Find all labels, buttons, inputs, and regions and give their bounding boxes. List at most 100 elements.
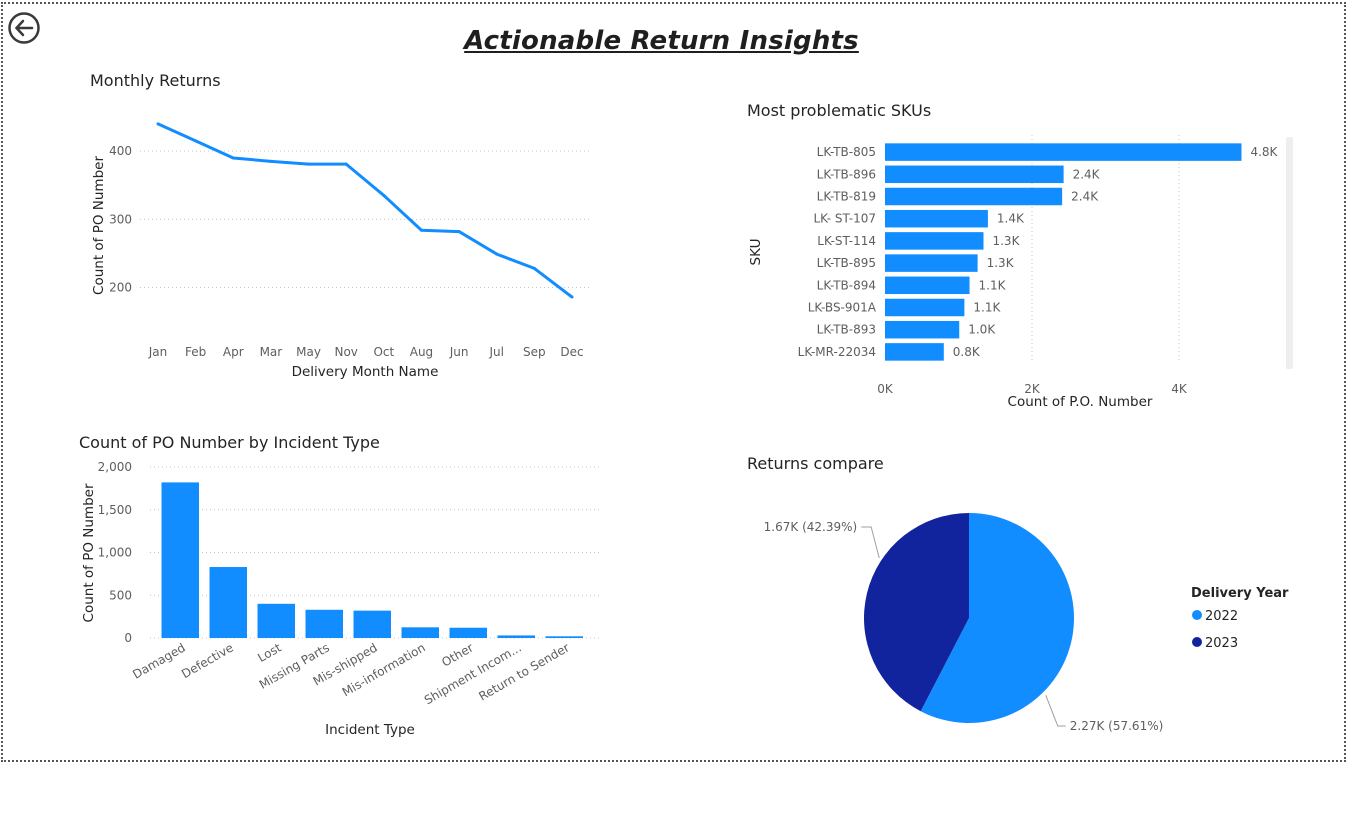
x-axis-title: Delivery Month Name	[292, 364, 439, 380]
y-tick-label: 1,000	[98, 546, 132, 560]
data-label: 1.3K	[987, 256, 1015, 270]
bar	[545, 636, 583, 638]
y-tick-label: LK-TB-896	[817, 167, 876, 181]
bar	[885, 343, 944, 361]
page-title: Actionable Return Insights	[464, 26, 859, 56]
data-point	[532, 266, 536, 270]
data-point	[344, 162, 348, 166]
returns-compare-title: Returns compare	[747, 454, 884, 473]
legend-title: Delivery Year	[1191, 586, 1289, 601]
x-tick-label: Aug	[410, 345, 433, 359]
y-axis-title: Count of PO Number	[81, 483, 97, 622]
data-point	[194, 139, 198, 143]
legend-marker	[1192, 637, 1202, 647]
sku-bar-chart[interactable]: 0K 2K 4KLK-TB-805 4.8KLK-TB-896 2.4KLK-TB-81…	[740, 125, 1310, 415]
data-label: 1.1K	[979, 278, 1007, 292]
data-point	[419, 228, 423, 232]
bar	[885, 232, 984, 250]
x-axis-title: Count of P.O. Number	[1008, 394, 1153, 410]
bar	[161, 482, 199, 638]
x-tick-label: May	[296, 345, 321, 359]
bar	[353, 610, 391, 638]
x-tick-label: Other	[439, 640, 476, 669]
x-tick-label: Feb	[185, 345, 206, 359]
x-tick-label: Lost	[255, 640, 284, 665]
data-point	[307, 162, 311, 166]
bar	[885, 143, 1242, 161]
leader-line	[1045, 695, 1066, 727]
data-label: 1.1K	[973, 301, 1001, 315]
y-axis-title: Count of PO Number	[91, 156, 107, 295]
y-tick-label: LK-TB-819	[817, 190, 876, 204]
y-tick-label: LK-ST-114	[817, 234, 876, 248]
data-label: 2.4K	[1071, 190, 1099, 204]
y-tick-label: LK-MR-22034	[798, 345, 876, 359]
data-point	[231, 156, 235, 160]
x-tick-label: Mis-information	[340, 640, 428, 699]
bar	[497, 635, 535, 638]
incident-type-bar-chart[interactable]: 0 500 1,000 1,500 2,000 DamagedDefective Lost M…	[70, 455, 610, 745]
y-tick-label: 400	[109, 144, 132, 158]
series-line	[157, 122, 573, 299]
data-point	[382, 193, 386, 197]
data-point	[156, 122, 160, 126]
x-tick-label: Dec	[560, 345, 583, 359]
y-tick-label: LK-TB-895	[817, 256, 876, 270]
bar	[257, 603, 295, 638]
y-tick-label: 2,000	[98, 460, 132, 474]
sku-chart-title: Most problematic SKUs	[747, 101, 932, 120]
y-tick-label: LK-BS-901A	[808, 301, 877, 315]
data-point	[495, 252, 499, 256]
y-tick-label: 0	[124, 631, 132, 645]
incident-chart-title: Count of PO Number by Incident Type	[79, 433, 380, 452]
data-label: 4.8K	[1250, 145, 1278, 159]
x-tick-label: Defective	[179, 640, 236, 681]
bar	[885, 276, 970, 295]
y-tick-label: LK-TB-893	[817, 323, 876, 337]
x-tick-label: 0K	[877, 382, 894, 396]
y-tick-label: 1,500	[98, 503, 132, 517]
monthly-returns-chart[interactable]: 200 300 400 Jan Feb Apr Mar May Nov Oct Aug Jun Jul S…	[70, 95, 610, 395]
x-tick-label: Mar	[260, 345, 283, 359]
data-label: 1.0K	[968, 323, 996, 337]
x-axis-title: Incident Type	[325, 722, 415, 738]
bar	[209, 567, 247, 638]
data-label: 1.4K	[997, 212, 1025, 226]
y-tick-label: LK-TB-805	[817, 145, 876, 159]
bar	[885, 320, 960, 339]
x-tick-label: Jan	[148, 345, 168, 359]
x-tick-label: Oct	[373, 345, 394, 359]
y-tick-label: 200	[109, 281, 132, 295]
data-label: 0.8K	[953, 345, 981, 359]
data-label: 2.4K	[1073, 167, 1101, 181]
bar	[885, 165, 1064, 184]
y-tick-label: 500	[109, 588, 132, 602]
data-point	[570, 295, 574, 299]
returns-compare-pie-chart[interactable]: 2.27K (57.61%) 1.67K (42.39%) Delivery Yea…	[760, 478, 1320, 748]
data-point	[457, 230, 461, 234]
y-tick-label: LK-TB-894	[817, 278, 876, 292]
x-tick-label: Jun	[449, 345, 469, 359]
bar	[885, 209, 988, 228]
x-tick-label: Jul	[488, 345, 503, 359]
data-label: 1.67K (42.39%)	[764, 520, 858, 534]
x-tick-label: Damaged	[130, 640, 187, 681]
x-tick-label: Sep	[523, 345, 546, 359]
y-tick-label: LK- ST-107	[813, 212, 876, 226]
data-label: 2.27K (57.61%)	[1070, 719, 1164, 733]
leader-line	[861, 526, 880, 559]
y-axis-title: SKU	[748, 239, 764, 266]
legend-label: 2022	[1205, 609, 1238, 624]
bar	[305, 609, 343, 638]
x-tick-label: Apr	[223, 345, 244, 359]
legend-label: 2023	[1205, 636, 1238, 651]
data-label: 1.3K	[992, 234, 1020, 248]
y-tick-label: 300	[109, 212, 132, 226]
bar	[401, 627, 439, 638]
bar	[449, 627, 487, 638]
monthly-returns-title: Monthly Returns	[90, 71, 221, 90]
legend-marker	[1192, 610, 1202, 620]
x-tick-label: 4K	[1171, 382, 1188, 396]
bar	[885, 298, 965, 317]
data-point	[269, 159, 273, 163]
